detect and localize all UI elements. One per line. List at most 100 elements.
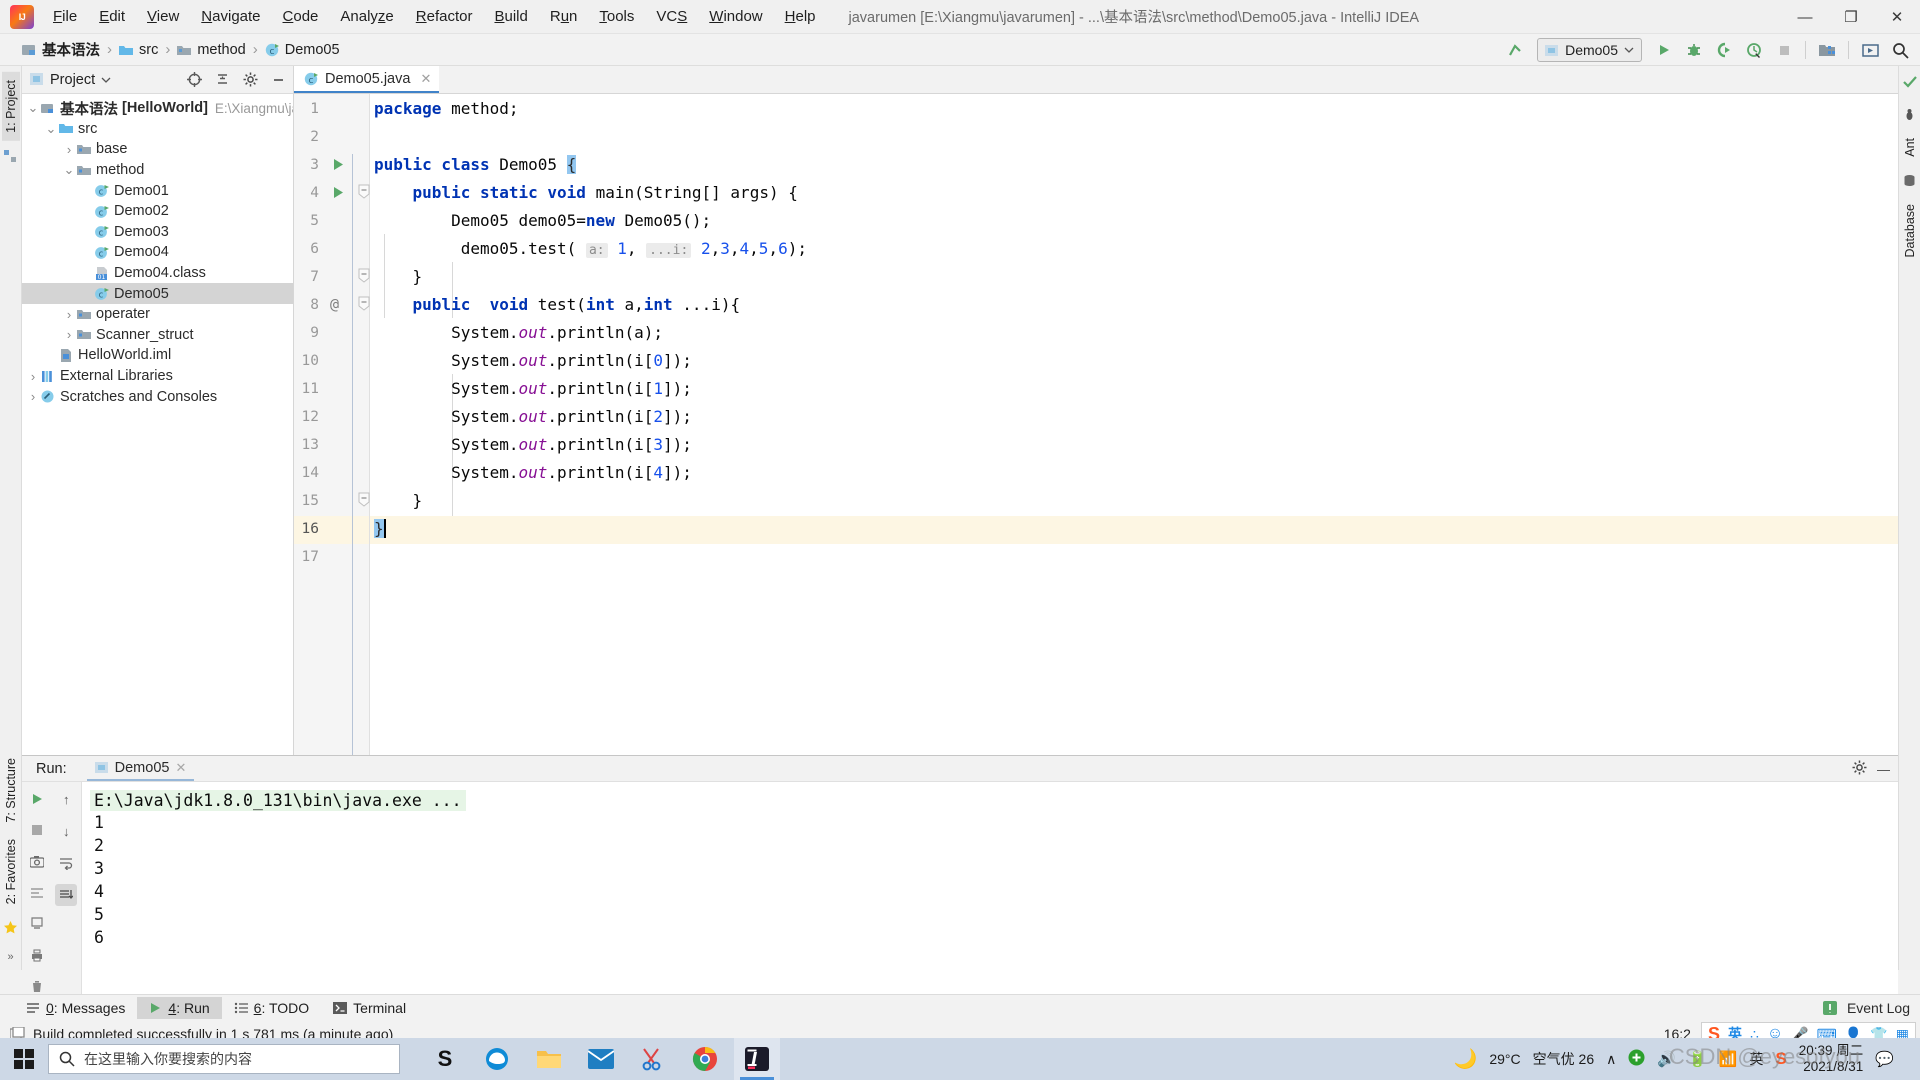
run-configuration-selector[interactable]: Demo05	[1537, 38, 1642, 62]
menu-code[interactable]: Code	[272, 4, 330, 29]
breadcrumb-method[interactable]: method	[158, 41, 246, 58]
debug-icon[interactable]	[1680, 37, 1708, 63]
chevron-right-icon[interactable]: ›	[62, 327, 76, 342]
menu-refactor[interactable]: Refactor	[405, 4, 484, 29]
gutter-fold-icon[interactable]	[358, 184, 370, 202]
gear-icon[interactable]	[1852, 760, 1867, 779]
taskbar-search-input[interactable]: 在这里输入你要搜索的内容	[48, 1044, 400, 1074]
tree-node[interactable]: › Scratches and Consoles	[22, 386, 293, 407]
show-hidden-icons-chevron-icon[interactable]: ∧	[1606, 1051, 1616, 1068]
sidebar-item-database[interactable]: Database	[1901, 196, 1919, 266]
tree-node[interactable]: c Demo05	[22, 283, 293, 304]
gutter-fold-icon[interactable]	[358, 492, 370, 510]
sidebar-item-ant[interactable]: Ant	[1901, 130, 1919, 165]
chevron-down-icon[interactable]: ⌄	[26, 101, 40, 114]
thread-dump-icon[interactable]	[26, 882, 48, 903]
start-button[interactable]	[0, 1038, 48, 1080]
sidebar-item-structure[interactable]: 7: Structure	[2, 750, 20, 831]
chevron-right-icon[interactable]: ›	[62, 142, 76, 157]
camera-icon[interactable]	[26, 851, 48, 872]
collapse-all-icon[interactable]	[211, 69, 233, 91]
gutter-fold-icon[interactable]	[358, 296, 370, 314]
menu-file[interactable]: File	[42, 4, 88, 29]
stop-icon[interactable]	[1770, 37, 1798, 63]
run-icon[interactable]	[1650, 37, 1678, 63]
close-icon[interactable]: ✕	[175, 760, 186, 776]
menu-build[interactable]: Build	[483, 4, 538, 29]
chevron-down-icon[interactable]	[101, 75, 111, 85]
gutter-override-icon[interactable]: @	[330, 295, 339, 313]
notifications-icon[interactable]: 💬	[1875, 1050, 1894, 1068]
code-line[interactable]: System.out.println(i[3]);	[370, 432, 1898, 460]
profiler-icon[interactable]	[1740, 37, 1768, 63]
chevron-right-icon[interactable]: ›	[62, 307, 76, 322]
run-tab-demo05[interactable]: Demo05 ✕	[86, 757, 195, 781]
sidebar-item-project[interactable]: 1: Project	[1, 72, 20, 141]
bottom-tab-messages[interactable]: 0: Messages	[14, 997, 137, 1019]
code-line[interactable]	[370, 544, 1898, 572]
taskbar-mail-icon[interactable]	[578, 1038, 624, 1080]
tree-node[interactable]: ⌄ 基本语法[HelloWorld] E:\Xiangmu\java	[22, 98, 293, 119]
hide-icon[interactable]: —	[1877, 762, 1890, 777]
sidebar-item-favorites[interactable]: 2: Favorites	[2, 831, 20, 912]
menu-help[interactable]: Help	[774, 4, 827, 29]
code-line[interactable]: System.out.println(i[0]);	[370, 348, 1898, 376]
print-icon[interactable]	[26, 944, 48, 965]
breadcrumb-class[interactable]: c Demo05	[246, 41, 340, 58]
menu-tools[interactable]: Tools	[588, 4, 645, 29]
taskbar-snip-icon[interactable]	[630, 1038, 676, 1080]
gutter-run-icon[interactable]	[332, 186, 345, 202]
bottom-tab-terminal[interactable]: Terminal	[321, 997, 418, 1019]
taskbar-chrome-icon[interactable]	[682, 1038, 728, 1080]
star-icon[interactable]	[3, 920, 18, 935]
tab-demo05-java[interactable]: c Demo05.java ✕	[294, 66, 440, 93]
taskbar-edge-icon[interactable]	[474, 1038, 520, 1080]
tree-node[interactable]: › base	[22, 139, 293, 160]
close-icon[interactable]: ✕	[420, 71, 431, 87]
maximize-button[interactable]: ❐	[1828, 0, 1874, 34]
chevron-down-icon[interactable]: ⌄	[62, 163, 76, 176]
code-line[interactable]: public static void main(String[] args) {	[370, 180, 1898, 208]
taskbar-sogou-icon[interactable]: S	[422, 1038, 468, 1080]
tree-node[interactable]: › operater	[22, 304, 293, 325]
run-with-coverage-icon[interactable]	[1710, 37, 1738, 63]
locate-icon[interactable]	[183, 69, 205, 91]
code-line[interactable]: }	[370, 516, 1898, 544]
code-line[interactable]: demo05.test( a: 1, ...i: 2,3,4,5,6);	[370, 236, 1898, 264]
tree-node[interactable]: c Demo02	[22, 201, 293, 222]
project-structure-icon[interactable]	[1813, 37, 1841, 63]
code-line[interactable]: System.out.println(a);	[370, 320, 1898, 348]
close-button[interactable]: ✕	[1874, 0, 1920, 34]
tree-node[interactable]: ⌄ src	[22, 119, 293, 140]
code-line[interactable]: System.out.println(i[4]);	[370, 460, 1898, 488]
code-line[interactable]: System.out.println(i[2]);	[370, 404, 1898, 432]
code-line[interactable]: }	[370, 264, 1898, 292]
menu-vcs[interactable]: VCS	[645, 4, 698, 29]
security-icon[interactable]	[1628, 1049, 1645, 1069]
menu-edit[interactable]: Edit	[88, 4, 136, 29]
stop-icon[interactable]	[26, 819, 48, 840]
export-icon[interactable]	[26, 913, 48, 934]
tree-node[interactable]: c Demo04	[22, 242, 293, 263]
tree-node[interactable]: › External Libraries	[22, 366, 293, 387]
code-line[interactable]: public class Demo05 {	[370, 152, 1898, 180]
tree-node[interactable]: c Demo03	[22, 222, 293, 243]
gutter-run-icon[interactable]	[332, 158, 345, 174]
code-line[interactable]: public void test(int a,int ...i){	[370, 292, 1898, 320]
bottom-tab-todo[interactable]: 6: TODO	[222, 997, 322, 1019]
chevron-right-icon[interactable]: ›	[26, 369, 40, 384]
weather-icon[interactable]: 🌙	[1454, 1047, 1478, 1071]
soft-wrap-icon[interactable]	[55, 852, 77, 874]
event-log-area[interactable]: Event Log	[1822, 1000, 1920, 1016]
console-output[interactable]: E:\Java\jdk1.8.0_131\bin\java.exe ... 1 …	[82, 782, 1898, 997]
breadcrumb-src[interactable]: src	[100, 41, 158, 58]
chevron-right-icon[interactable]: ›	[26, 389, 40, 404]
menu-view[interactable]: View	[136, 4, 190, 29]
search-icon[interactable]	[1886, 37, 1914, 63]
menu-run[interactable]: Run	[539, 4, 589, 29]
menu-analyze[interactable]: Analyze	[329, 4, 404, 29]
minimize-button[interactable]: —	[1782, 0, 1828, 34]
code-line[interactable]	[370, 124, 1898, 152]
tree-node[interactable]: c Demo01	[22, 180, 293, 201]
hide-icon[interactable]	[267, 69, 289, 91]
